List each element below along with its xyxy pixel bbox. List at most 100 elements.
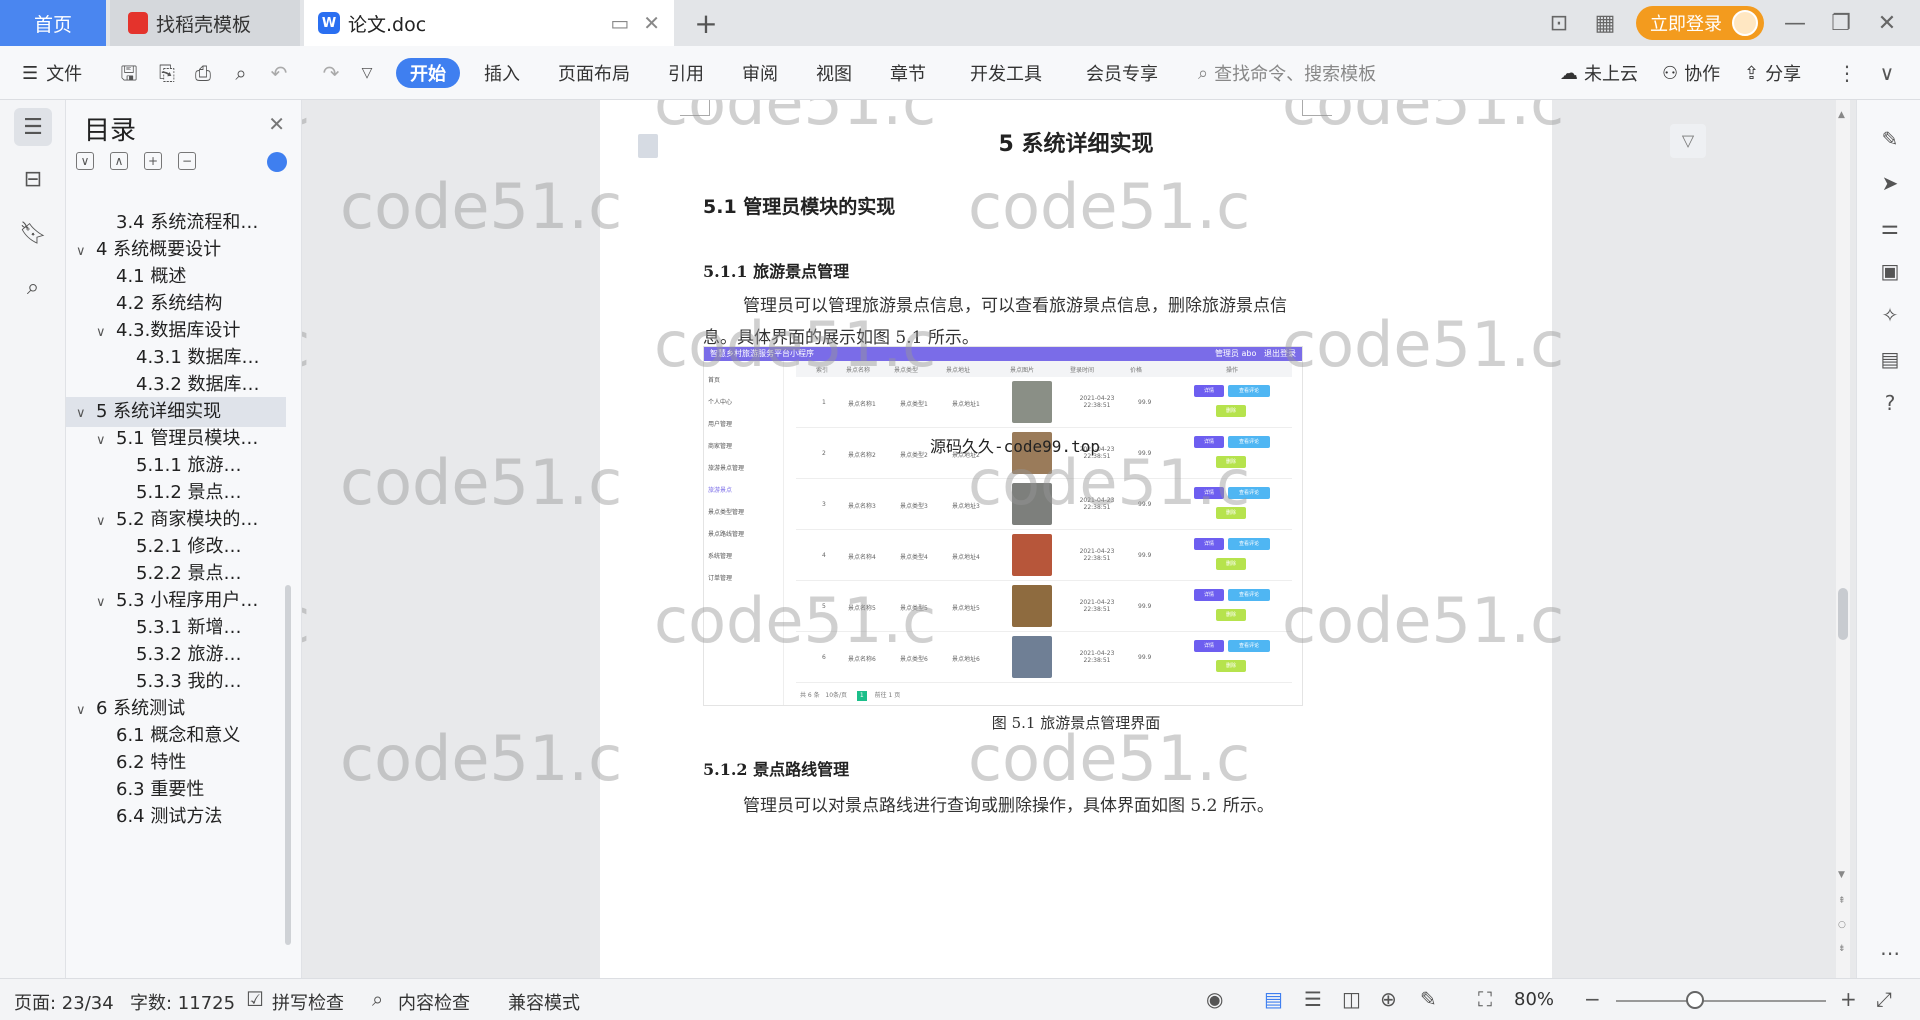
tab-document[interactable]: W 论文.doc ▭ ✕: [304, 0, 674, 46]
book-icon[interactable]: ▤: [1877, 346, 1903, 372]
outline-item[interactable]: ∨ 5 系统详细实现: [66, 397, 286, 427]
collab-button[interactable]: ⚇ 协作: [1662, 46, 1720, 100]
file-menu[interactable]: ☰ 文件: [22, 46, 82, 100]
outline-item[interactable]: 4.2 系统结构: [66, 289, 286, 319]
tab-page-layout[interactable]: 页面布局: [558, 46, 630, 100]
tab-daoke-templates[interactable]: 找稻壳模板: [110, 0, 300, 46]
save-icon[interactable]: 🖫: [116, 60, 142, 86]
tab-member[interactable]: 会员专享: [1086, 46, 1158, 100]
collapse-icon[interactable]: ∧: [110, 152, 128, 170]
page-view-icon[interactable]: ▤: [1264, 987, 1283, 1011]
print-icon[interactable]: ⎙: [190, 60, 216, 86]
fit-page-icon[interactable]: ⛶: [1478, 987, 1492, 1011]
outline-item[interactable]: 6.3 重要性: [66, 775, 286, 805]
outline-icon[interactable]: ☰: [14, 108, 52, 146]
chevron-down-icon[interactable]: ∨: [76, 696, 96, 724]
scroll-up-icon[interactable]: ▲: [1838, 110, 1845, 120]
write-view-icon[interactable]: ✎: [1420, 987, 1437, 1011]
ai-icon[interactable]: ✧: [1877, 302, 1903, 328]
login-button[interactable]: 立即登录: [1636, 6, 1764, 40]
zoom-slider[interactable]: [1616, 1000, 1826, 1002]
outline-item[interactable]: 5.3.1 新增…: [66, 613, 286, 643]
chevron-down-icon[interactable]: ∨: [96, 426, 116, 454]
close-window-icon[interactable]: ✕: [1872, 11, 1902, 36]
pen-icon[interactable]: ✎: [1877, 126, 1903, 152]
read-view-icon[interactable]: ◫: [1342, 987, 1361, 1011]
outline-item[interactable]: 4.3.2 数据库…: [66, 370, 286, 400]
outline-item[interactable]: ∨ 5.2 商家模块的…: [66, 505, 286, 535]
outline-item[interactable]: ∨ 4 系统概要设计: [66, 235, 286, 265]
outline-item[interactable]: ∨ 6 系统测试: [66, 694, 286, 724]
outline-item[interactable]: 5.2.2 景点…: [66, 559, 286, 589]
page-count[interactable]: 页面: 23/34: [14, 989, 114, 1015]
adjust-icon[interactable]: ⚌: [1877, 214, 1903, 240]
help-icon[interactable]: ?: [1877, 390, 1903, 416]
filter-icon[interactable]: ▽: [1670, 124, 1706, 158]
word-count[interactable]: 字数: 11725: [130, 989, 235, 1015]
outline-item[interactable]: 6.1 概念和意义: [66, 721, 286, 751]
share-button[interactable]: ⇪ 分享: [1744, 46, 1801, 100]
print-preview-icon[interactable]: ⌕: [228, 60, 254, 86]
zoom-out-icon[interactable]: −: [1584, 987, 1601, 1011]
outline-item[interactable]: ∨ 5.1 管理员模块…: [66, 424, 286, 454]
minimize-icon[interactable]: —: [1780, 11, 1810, 36]
outline-item[interactable]: 5.3.2 旅游…: [66, 640, 286, 670]
outline-item[interactable]: 4.3.1 数据库…: [66, 343, 286, 373]
screen-icon[interactable]: ▭: [610, 11, 629, 35]
outline-item[interactable]: 5.1.2 景点…: [66, 478, 286, 508]
zoom-slider-handle[interactable]: [1686, 991, 1704, 1009]
more-tools-icon[interactable]: ⋯: [1877, 940, 1903, 966]
scroll-thumb[interactable]: [1838, 588, 1848, 640]
outline-item[interactable]: ∨ 4.3.数据库设计: [66, 316, 286, 346]
close-tab-icon[interactable]: ✕: [643, 11, 660, 35]
outline-item[interactable]: 5.1.1 旅游…: [66, 451, 286, 481]
quick-access-dropdown-icon[interactable]: ▽: [354, 60, 380, 86]
chevron-down-icon[interactable]: ∨: [76, 237, 96, 265]
collapse-ribbon-icon[interactable]: ∨: [1874, 60, 1900, 86]
outline-scrollbar[interactable]: [285, 585, 291, 945]
tab-start[interactable]: 开始: [396, 58, 460, 88]
tab-home[interactable]: 首页: [0, 0, 106, 46]
tab-insert[interactable]: 插入: [484, 46, 520, 100]
outline-item[interactable]: 5.2.1 修改…: [66, 532, 286, 562]
tab-reference[interactable]: 引用: [668, 46, 704, 100]
bookmark-icon[interactable]: 🔖︎: [14, 214, 52, 252]
close-outline-icon[interactable]: ✕: [268, 112, 285, 136]
prev-page-icon[interactable]: ⇞: [1838, 896, 1846, 906]
outline-item[interactable]: 5.3.3 我的…: [66, 667, 286, 697]
document-scrollbar[interactable]: ▲ ▼ ⇞ ○ ⇟: [1836, 100, 1850, 978]
outline-item[interactable]: ∨ 5.3 小程序用户…: [66, 586, 286, 616]
outline-item[interactable]: 6.4 测试方法: [66, 802, 286, 832]
cloud-status[interactable]: ☁ 未上云: [1560, 46, 1638, 100]
outline-item[interactable]: 3.4 系统流程和…: [66, 208, 286, 238]
tab-view[interactable]: 视图: [816, 46, 852, 100]
layout-icon[interactable]: ⊡: [1544, 11, 1574, 36]
chevron-down-icon[interactable]: ∨: [96, 507, 116, 535]
image-tool-icon[interactable]: ▣: [1877, 258, 1903, 284]
web-view-icon[interactable]: ⊕: [1380, 987, 1397, 1011]
expand-icon[interactable]: ∨: [76, 152, 94, 170]
apps-grid-icon[interactable]: ▦: [1590, 11, 1620, 36]
content-check[interactable]: 内容检查: [398, 989, 470, 1015]
outline-item[interactable]: 4.1 概述: [66, 262, 286, 292]
select-cursor-icon[interactable]: ➤: [1877, 170, 1903, 196]
add-heading-icon[interactable]: +: [144, 152, 162, 170]
chevron-down-icon[interactable]: ∨: [96, 318, 116, 346]
find-icon[interactable]: ⌕: [14, 268, 52, 306]
chapter-nav-icon[interactable]: ⊟: [14, 160, 52, 198]
outline-sync-icon[interactable]: [267, 152, 287, 172]
chevron-down-icon[interactable]: ∨: [96, 588, 116, 616]
outline-item[interactable]: 6.2 特性: [66, 748, 286, 778]
command-search[interactable]: ⌕ 查找命令、搜索模板: [1198, 46, 1376, 100]
redo-icon[interactable]: ↷: [318, 60, 344, 86]
tab-chapter[interactable]: 章节: [890, 46, 926, 100]
select-browse-icon[interactable]: ○: [1838, 920, 1846, 930]
export-pdf-icon[interactable]: ⎘: [154, 60, 180, 86]
tab-review[interactable]: 审阅: [742, 46, 778, 100]
zoom-in-icon[interactable]: +: [1840, 987, 1857, 1011]
eye-protect-icon[interactable]: ◉: [1206, 987, 1223, 1011]
next-page-icon[interactable]: ⇟: [1838, 944, 1846, 954]
undo-icon[interactable]: ↶: [266, 60, 292, 86]
chevron-down-icon[interactable]: ∨: [76, 399, 96, 427]
scroll-down-icon[interactable]: ▼: [1838, 870, 1845, 880]
